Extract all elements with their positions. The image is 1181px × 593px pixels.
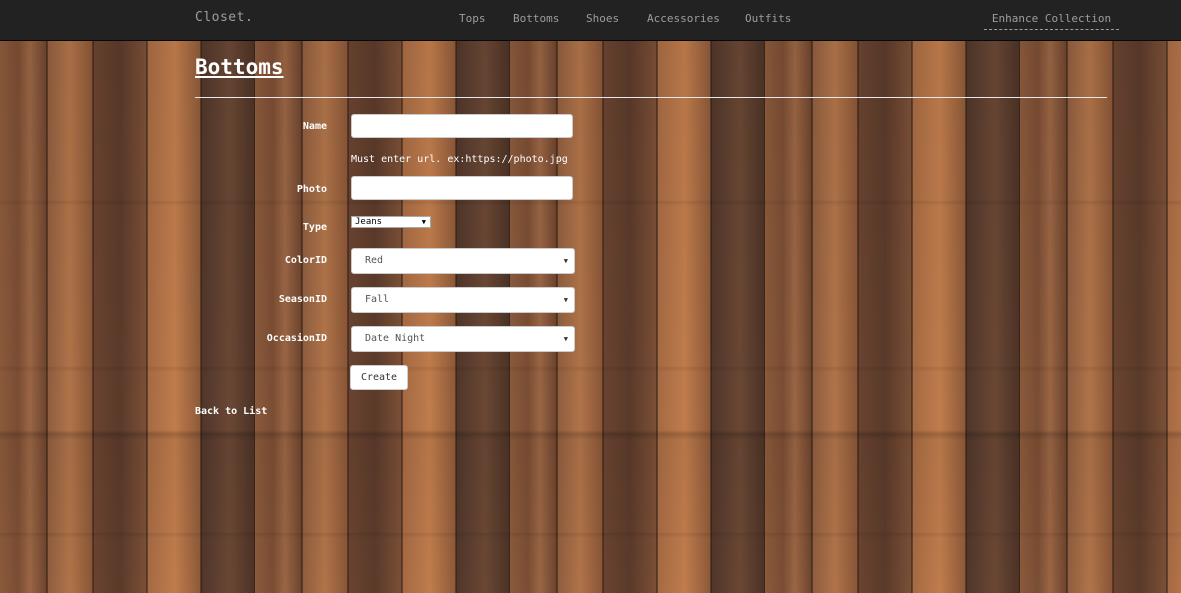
color-select[interactable]: Red ▼ [351, 248, 575, 274]
season-label: SeasonID [278, 294, 327, 305]
color-label: ColorID [284, 255, 327, 266]
name-input[interactable] [351, 114, 573, 138]
page-title: Bottoms [195, 55, 284, 79]
season-select-value: Fall [365, 294, 390, 305]
photo-url-hint: Must enter url. ex:https://photo.jpg [351, 154, 568, 165]
create-button[interactable]: Create [350, 365, 408, 390]
dropdown-arrow-icon: ▼ [563, 335, 568, 343]
type-select[interactable]: Jeans ▼ [351, 216, 431, 228]
type-label: Type [302, 222, 327, 233]
occasion-label: OccasionID [266, 333, 327, 344]
divider [195, 97, 1107, 98]
occasion-select-value: Date Night [365, 333, 426, 344]
name-label: Name [302, 121, 327, 132]
occasion-select[interactable]: Date Night ▼ [351, 326, 575, 352]
dropdown-arrow-icon: ▼ [421, 218, 426, 226]
main-content: Bottoms Name Must enter url. ex:https://… [0, 0, 1181, 593]
season-select[interactable]: Fall ▼ [351, 287, 575, 313]
color-select-value: Red [365, 255, 384, 266]
photo-input[interactable] [351, 176, 573, 200]
type-select-value: Jeans [355, 217, 383, 227]
photo-label: Photo [296, 184, 327, 195]
dropdown-arrow-icon: ▼ [563, 257, 568, 265]
back-to-list-link[interactable]: Back to List [195, 406, 267, 417]
dropdown-arrow-icon: ▼ [563, 296, 568, 304]
